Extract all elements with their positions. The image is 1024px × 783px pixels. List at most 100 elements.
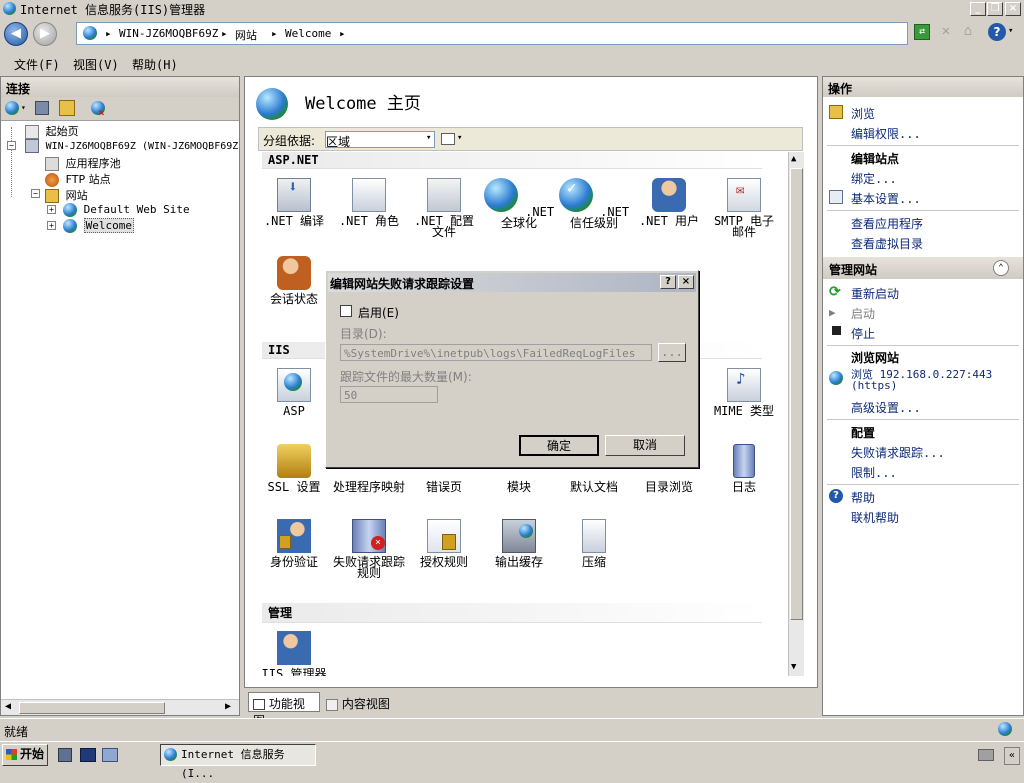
action-bindings[interactable]: 绑定...	[851, 170, 897, 187]
action-stop[interactable]: 停止	[851, 325, 875, 342]
forward-button[interactable]: ▶	[33, 22, 57, 46]
action-limits[interactable]: 限制...	[851, 464, 897, 481]
feature-failed-request-rules[interactable]: × 失败请求跟踪规则	[333, 519, 405, 579]
tab-features-view[interactable]: 功能视图	[248, 692, 320, 728]
scroll-thumb[interactable]	[19, 702, 165, 714]
action-edit-permissions[interactable]: 编辑权限...	[851, 125, 921, 142]
refresh-icon[interactable]: ⇄	[914, 24, 930, 40]
breadcrumb-sites[interactable]: 网站	[235, 27, 257, 43]
close-window-button[interactable]: ×	[1005, 2, 1021, 16]
action-basic-settings[interactable]: 基本设置...	[851, 190, 921, 207]
expand-toggle[interactable]: +	[47, 221, 56, 230]
connect-globe-icon[interactable]	[5, 101, 19, 115]
feature-net-compilation[interactable]: ⬇ .NET 编译	[258, 178, 330, 227]
dialog-help-button[interactable]: ?	[660, 275, 676, 289]
dialog-close-button[interactable]: ×	[678, 275, 694, 289]
feature-authentication[interactable]: 身份验证	[258, 519, 330, 568]
horizontal-scrollbar[interactable]: ◀ ▶	[1, 699, 239, 715]
action-restart[interactable]: 重新启动	[851, 285, 899, 302]
feature-net-trust-levels[interactable]: ✓ .NET 信任级别	[558, 178, 630, 229]
keyboard-tray-icon[interactable]	[978, 749, 994, 761]
feature-logging[interactable]: 日志	[708, 444, 780, 493]
action-advanced-settings[interactable]: 高级设置...	[851, 399, 921, 416]
features-scrollbar[interactable]: ▲ ▼	[788, 152, 804, 676]
show-desktop-icon[interactable]	[102, 748, 118, 762]
breadcrumb-welcome[interactable]: Welcome	[285, 27, 331, 40]
collapse-toggle[interactable]: −	[7, 141, 16, 150]
tab-content-view[interactable]: 内容视图	[324, 693, 396, 713]
session-icon	[277, 256, 311, 290]
server-icon	[25, 139, 39, 153]
action-view-virtual-dirs[interactable]: 查看虚拟目录	[851, 235, 923, 252]
group-by-bar: 分组依据: 区域 ▾ ▾	[258, 127, 803, 151]
menu-help[interactable]: 帮助(H)	[132, 56, 178, 73]
action-failed-request-tracing[interactable]: 失败请求跟踪...	[851, 444, 945, 461]
feature-net-users[interactable]: .NET 用户	[633, 178, 705, 227]
action-help[interactable]: 帮助	[851, 489, 875, 506]
directory-field[interactable]: %SystemDrive%\inetpub\logs\FailedReqLogF…	[340, 344, 652, 361]
cancel-button[interactable]: 取消	[605, 435, 685, 456]
breadcrumb-server[interactable]: WIN-JZ6MOQBF69Z	[119, 27, 218, 40]
feature-ssl[interactable]: SSL 设置	[258, 444, 330, 493]
enable-checkbox[interactable]	[340, 305, 352, 317]
feature-net-roles[interactable]: .NET 角色	[333, 178, 405, 227]
menu-view[interactable]: 视图(V)	[73, 56, 119, 73]
feature-mime-types[interactable]: ♪ MIME 类型	[708, 368, 780, 417]
restore-button[interactable]: ❐	[987, 2, 1003, 16]
help-icon[interactable]: ?	[988, 23, 1006, 41]
manage-site-header[interactable]: 管理网站 ⌃	[823, 257, 1023, 279]
back-button[interactable]: ◀	[4, 22, 28, 46]
action-browse-protocol[interactable]: (https)	[851, 379, 897, 392]
tree-item-sites[interactable]: 网站	[45, 187, 88, 203]
tree-item-start-page[interactable]: 起始页	[25, 123, 79, 139]
menu-file[interactable]: 文件(F)	[14, 56, 60, 73]
feature-net-globalization[interactable]: .NET 全球化	[483, 178, 555, 229]
server-manager-icon[interactable]	[58, 748, 72, 762]
chevron-down-icon[interactable]: ▾	[457, 133, 462, 143]
collapse-up-icon[interactable]: ⌃	[993, 260, 1009, 276]
action-browse[interactable]: 浏览	[851, 105, 875, 122]
feature-output-caching[interactable]: 输出缓存	[483, 519, 555, 568]
folder-up-icon[interactable]	[59, 100, 75, 116]
ok-button[interactable]: 确定	[519, 435, 599, 456]
feature-net-profile[interactable]: .NET 配置文件	[408, 178, 480, 238]
expand-toggle[interactable]: +	[47, 205, 56, 214]
tree-item-app-pools[interactable]: 应用程序池	[45, 155, 121, 171]
feature-iis-manager[interactable]: IIS 管理器	[258, 631, 330, 676]
action-online-help[interactable]: 联机帮助	[851, 509, 899, 526]
feature-asp[interactable]: ASP	[258, 368, 330, 417]
tree-item-server[interactable]: WIN-JZ6MOQBF69Z (WIN-JZ6MOQBF69Z	[25, 139, 238, 153]
tree-item-ftp-sites[interactable]: FTP 站点	[45, 171, 111, 187]
feature-authorization-rules[interactable]: 授权规则	[408, 519, 480, 568]
tree-item-welcome[interactable]: Welcome	[63, 218, 134, 233]
taskbar-iis-button[interactable]: Internet 信息服务(I...	[160, 744, 316, 780]
chevron-right-icon: ▸	[221, 27, 228, 40]
minimize-button[interactable]: _	[970, 2, 986, 16]
feature-session-state[interactable]: 会话状态	[258, 256, 330, 305]
feature-compression[interactable]: 压缩	[558, 519, 630, 568]
collapse-toggle[interactable]: −	[31, 189, 40, 198]
tree-item-default-web-site[interactable]: Default Web Site	[63, 203, 190, 217]
ftp-icon	[45, 173, 59, 187]
action-view-applications[interactable]: 查看应用程序	[851, 215, 923, 232]
max-files-field[interactable]: 50	[340, 386, 438, 403]
address-bar[interactable]: ▸ WIN-JZ6MOQBF69Z ▸ 网站 ▸ Welcome ▸	[76, 22, 908, 45]
view-mode-icon[interactable]	[441, 133, 455, 145]
dialog-title-bar: 编辑网站失败请求跟踪设置 ? ×	[328, 273, 696, 292]
feature-smtp-email[interactable]: ✉ SMTP 电子邮件	[708, 178, 780, 238]
chevron-down-icon: ▾	[426, 133, 432, 143]
browse-directory-button[interactable]: ...	[658, 343, 686, 362]
action-start[interactable]: 启动	[851, 305, 875, 322]
stop-icon[interactable]: ✕	[938, 24, 954, 40]
start-button[interactable]: 开始	[2, 744, 48, 766]
powershell-icon[interactable]	[80, 748, 96, 762]
title-bar: Internet 信息服务(IIS)管理器 _ ❐ ×	[0, 0, 1024, 18]
scroll-thumb[interactable]	[790, 168, 803, 620]
chevron-down-icon[interactable]: ▾	[1008, 26, 1013, 36]
group-by-select[interactable]: 区域 ▾	[325, 131, 435, 149]
connections-tree: 起始页 − WIN-JZ6MOQBF69Z (WIN-JZ6MOQBF69Z 应…	[1, 123, 239, 693]
chevron-down-icon[interactable]: ▾	[21, 103, 26, 112]
save-icon[interactable]	[35, 101, 49, 115]
home-icon[interactable]: ⌂	[960, 24, 976, 40]
chevron-left-icon[interactable]: «	[1004, 747, 1020, 765]
